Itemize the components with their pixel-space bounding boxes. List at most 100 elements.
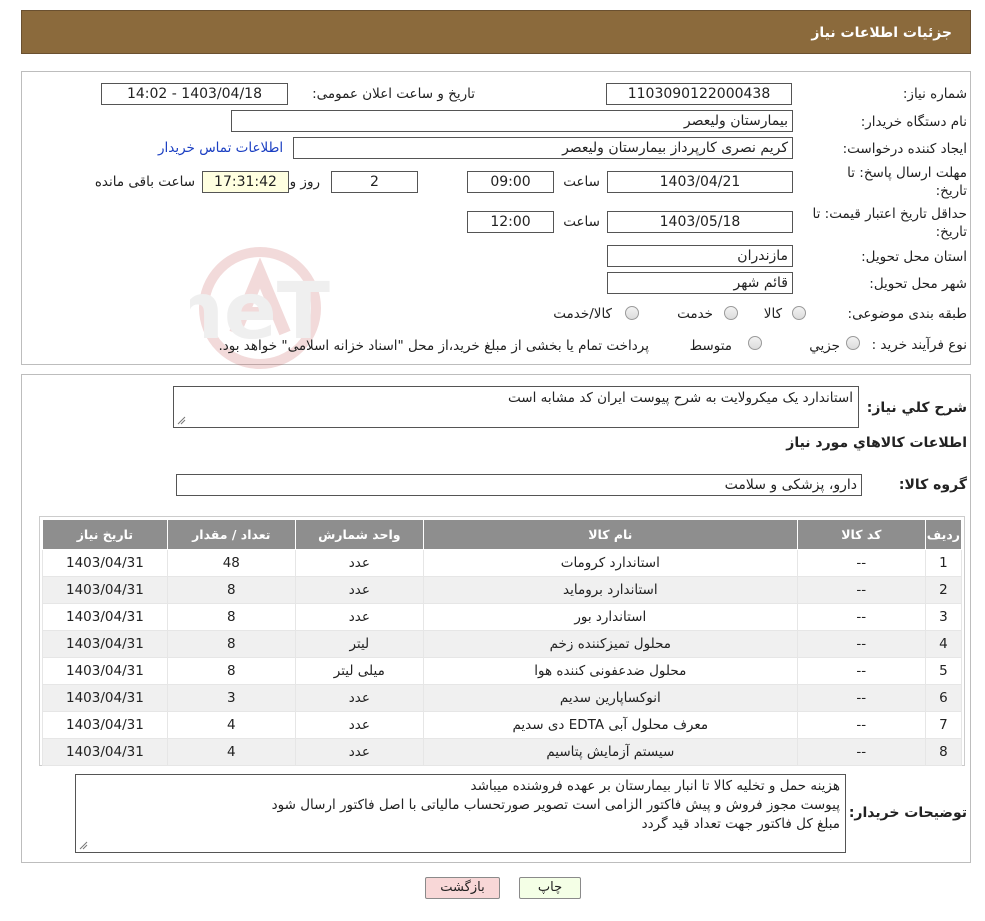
cell-row-number: 1 [924, 549, 963, 577]
buyer-notes-line-2: پیوست مجوز فروش و پیش فاکتور الزامی است … [271, 797, 840, 813]
cell-quantity: 8 [166, 657, 296, 685]
need-number-label: شماره نیاز: [902, 86, 967, 102]
category-radio-goods[interactable] [792, 306, 806, 320]
cell-unit: عدد [294, 738, 424, 766]
validity-label: حداقل تاریخ اعتبار قیمت: تا [812, 206, 967, 222]
cell-quantity: 4 [166, 738, 296, 766]
announce-field: 1403/04/18 - 14:02 [101, 83, 288, 105]
cell-row-number: 3 [924, 603, 963, 631]
cell-row-number: 2 [924, 576, 963, 604]
cell-row-number: 5 [924, 657, 963, 685]
city-label: شهر محل تحویل: [869, 276, 967, 292]
col-quantity: تعداد / مقدار [166, 519, 296, 550]
process-radio-medium[interactable] [748, 336, 762, 350]
deadline-time-field: 09:00 [467, 171, 554, 193]
deadline-date-field: 1403/04/21 [607, 171, 793, 193]
cell-item-code: -- [796, 711, 926, 739]
province-field: مازندران [607, 245, 793, 267]
table-row: 3 -- استاندارد بور عدد 8 1403/04/31 [42, 603, 963, 631]
announce-label: تاریخ و ساعت اعلان عمومی: [312, 86, 475, 102]
table-row: 7 -- معرف محلول آبی EDTA دی سدیم عدد 4 1403/0… [42, 711, 963, 739]
buyer-notes-field: هزینه حمل و تخلیه کالا تا انبار بیمارستا… [75, 774, 846, 853]
buyer-notes-line-1: هزینه حمل و تخلیه کالا تا انبار بیمارستا… [470, 778, 841, 794]
cell-item-name: محلول ضدعفونی کننده هوا [422, 657, 798, 685]
items-table-body: 1 -- استاندارد کرومات عدد 48 1403/04/31 2 -- است… [42, 549, 963, 766]
creator-field: کریم نصری کارپرداز بیمارستان ولیعصر [293, 137, 793, 159]
deadline-label: مهلت ارسال پاسخ: تا [847, 165, 967, 181]
col-unit: واحد شمارش [294, 519, 424, 550]
cell-item-code: -- [796, 603, 926, 631]
cell-row-number: 7 [924, 711, 963, 739]
city-field: قائم شهر [607, 272, 793, 294]
resize-grip-icon[interactable] [79, 841, 88, 850]
cell-row-number: 4 [924, 630, 963, 658]
cell-need-date: 1403/04/31 [42, 603, 168, 631]
province-label: استان محل تحویل: [861, 249, 967, 265]
cell-item-name: استاندارد بور [422, 603, 798, 631]
cell-need-date: 1403/04/31 [42, 738, 168, 766]
items-table: ردیف کد کالا نام کالا واحد شمارش تعداد /… [42, 519, 963, 766]
table-row: 6 -- انوکساپارین سدیم عدد 3 1403/04/31 [42, 684, 963, 712]
cell-unit: عدد [294, 711, 424, 739]
table-header-row: ردیف کد کالا نام کالا واحد شمارش تعداد /… [42, 519, 963, 550]
process-radio-minor[interactable] [846, 336, 860, 350]
category-radio-service[interactable] [724, 306, 738, 320]
need-number-field: 1103090122000438 [606, 83, 792, 105]
buyer-notes-line-3: مبلغ کل فاکتور جهت تعداد قید گردد [641, 816, 840, 832]
cell-need-date: 1403/04/31 [42, 711, 168, 739]
table-row: 5 -- محلول ضدعفونی کننده هوا میلی لیتر 8 1403… [42, 657, 963, 685]
days-field: 2 [331, 171, 418, 193]
contact-info-link[interactable]: اطلاعات تماس خریدار [158, 140, 283, 156]
cell-unit: عدد [294, 684, 424, 712]
deadline-label-2: تاریخ: [935, 183, 967, 199]
general-desc-label: شرح کلي نياز: [866, 400, 967, 416]
general-desc-field: استاندارد یک میکرولایت به شرح پیوست ایرا… [173, 386, 859, 428]
resize-grip-icon[interactable] [177, 416, 186, 425]
cell-item-name: انوکساپارین سدیم [422, 684, 798, 712]
creator-label: ایجاد کننده درخواست: [842, 141, 967, 157]
table-row: 4 -- محلول تمیزکننده زخم لیتر 8 1403/04/31 [42, 630, 963, 658]
validity-time-label: ساعت [563, 214, 600, 230]
cell-need-date: 1403/04/31 [42, 684, 168, 712]
process-option-medium: متوسط [689, 338, 732, 354]
cell-item-name: محلول تمیزکننده زخم [422, 630, 798, 658]
goods-group-field: دارو، پزشکی و سلامت [176, 474, 862, 496]
cell-need-date: 1403/04/31 [42, 576, 168, 604]
cell-item-code: -- [796, 657, 926, 685]
table-row: 1 -- استاندارد کرومات عدد 48 1403/04/31 [42, 549, 963, 577]
cell-quantity: 8 [166, 603, 296, 631]
cell-item-name: استاندارد برومايد [422, 576, 798, 604]
category-label: طبقه بندی موضوعی: [847, 306, 967, 322]
cell-item-code: -- [796, 576, 926, 604]
cell-unit: میلی لیتر [294, 657, 424, 685]
cell-item-name: استاندارد کرومات [422, 549, 798, 577]
table-row: 2 -- استاندارد برومايد عدد 8 1403/04/31 [42, 576, 963, 604]
col-item-name: نام کالا [422, 519, 798, 550]
cell-need-date: 1403/04/31 [42, 630, 168, 658]
print-button[interactable]: چاپ [519, 877, 581, 899]
deadline-time-label: ساعت [563, 174, 600, 190]
cell-unit: عدد [294, 549, 424, 577]
cell-item-code: -- [796, 630, 926, 658]
page-header: جزئیات اطلاعات نیاز [21, 10, 971, 54]
cell-need-date: 1403/04/31 [42, 549, 168, 577]
cell-quantity: 8 [166, 576, 296, 604]
goods-group-label: گروه کالا: [898, 477, 967, 493]
category-option-goods-service: کالا/خدمت [553, 306, 612, 322]
cell-unit: لیتر [294, 630, 424, 658]
category-radio-goods-service[interactable] [625, 306, 639, 320]
col-row-number: ردیف [924, 519, 963, 550]
category-option-goods: کالا [763, 306, 782, 322]
page-title: جزئیات اطلاعات نیاز [811, 25, 952, 41]
validity-time-field: 12:00 [467, 211, 554, 233]
general-desc-text: استاندارد یک میکرولایت به شرح پیوست ایرا… [508, 390, 853, 406]
buyer-org-label: نام دستگاه خریدار: [860, 114, 967, 130]
validity-label-2: تاریخ: [935, 224, 967, 240]
cell-unit: عدد [294, 603, 424, 631]
table-row: 8 -- سیستم آزمایش پتاسیم عدد 4 1403/04/31 [42, 738, 963, 766]
cell-item-name: سیستم آزمایش پتاسیم [422, 738, 798, 766]
cell-quantity: 4 [166, 711, 296, 739]
back-button[interactable]: بازگشت [425, 877, 500, 899]
cell-item-code: -- [796, 549, 926, 577]
cell-row-number: 6 [924, 684, 963, 712]
